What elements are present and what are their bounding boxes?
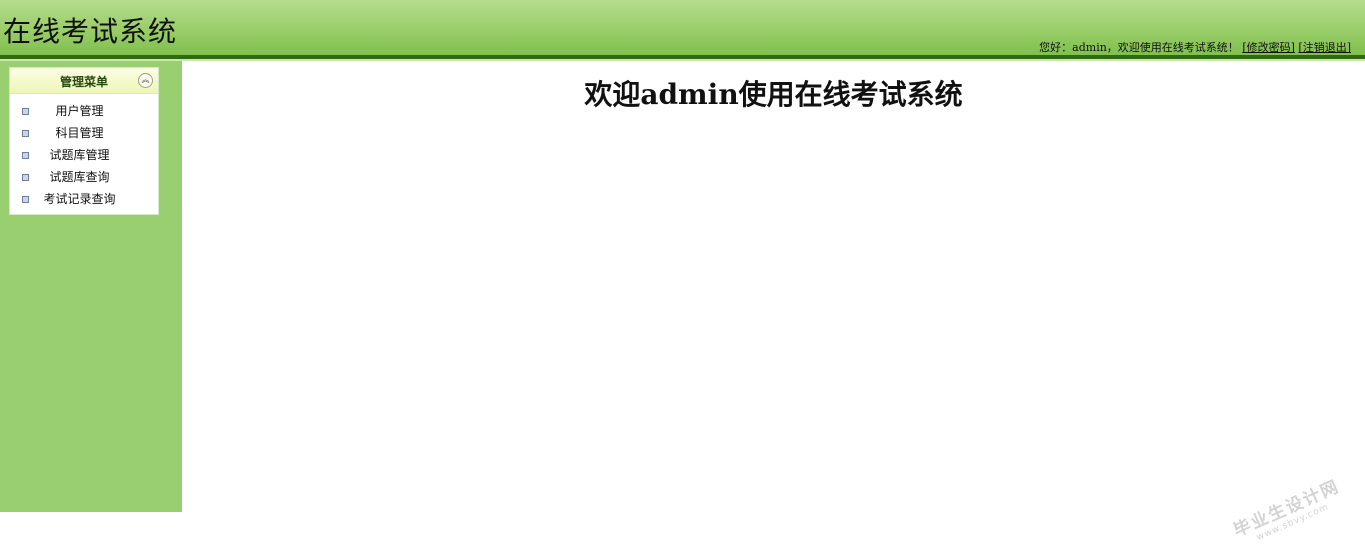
app-title: 在线考试系统 — [3, 15, 178, 48]
menu-item-label: 考试记录查询 — [43, 192, 116, 206]
sidebar: 管理菜单 ︽ 用户管理 科目管理 试题库管理 试题库查询 考试记录查询 — [0, 61, 182, 512]
header-bar: 在线考试系统 您好：admin，欢迎使用在线考试系统！ [修改密码] [注销退出… — [0, 0, 1365, 55]
greeting-text: 您好：admin，欢迎使用在线考试系统！ — [1039, 41, 1239, 54]
menu-item-exam-record-query[interactable]: 考试记录查询 — [10, 188, 158, 210]
main-content: 欢迎admin使用在线考试系统 毕业生设计网 www.sbvy.com — [182, 61, 1365, 543]
menu-item-subject-management[interactable]: 科目管理 — [10, 122, 158, 144]
menu-item-question-bank-management[interactable]: 试题库管理 — [10, 144, 158, 166]
watermark: 毕业生设计网 www.sbvy.com — [1229, 472, 1347, 550]
logout-link[interactable]: [注销退出] — [1298, 41, 1351, 54]
menu-item-label: 试题库查询 — [49, 170, 110, 184]
menu-item-label: 用户管理 — [55, 104, 104, 118]
menu-item-user-management[interactable]: 用户管理 — [10, 100, 158, 122]
change-password-link[interactable]: [修改密码] — [1242, 41, 1295, 54]
user-bar: 您好：admin，欢迎使用在线考试系统！ [修改密码] [注销退出] — [1039, 39, 1351, 55]
menu-item-label: 科目管理 — [55, 126, 104, 140]
menu-panel: 管理菜单 ︽ 用户管理 科目管理 试题库管理 试题库查询 考试记录查询 — [9, 67, 159, 215]
menu-item-label: 试题库管理 — [49, 148, 110, 162]
menu-header: 管理菜单 ︽ — [10, 68, 158, 94]
menu-list: 用户管理 科目管理 试题库管理 试题库查询 考试记录查询 — [10, 94, 158, 210]
double-chevron-up-icon[interactable]: ︽ — [138, 73, 153, 88]
menu-item-question-bank-query[interactable]: 试题库查询 — [10, 166, 158, 188]
menu-title: 管理菜单 — [59, 75, 108, 89]
welcome-heading: 欢迎admin使用在线考试系统 — [584, 78, 963, 111]
